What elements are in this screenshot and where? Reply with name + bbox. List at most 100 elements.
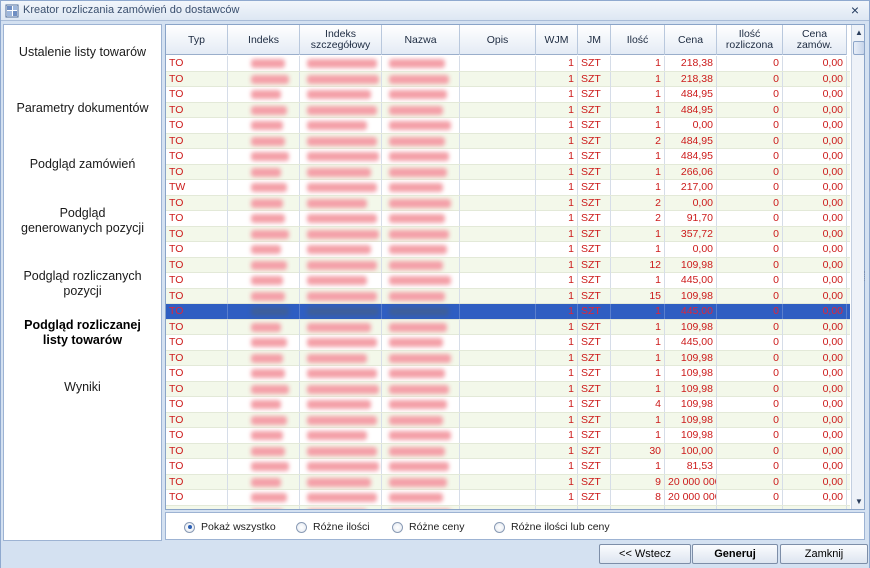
cell-ilosc-rozliczona[interactable]: 0	[717, 397, 783, 412]
cell-jm[interactable]: SZT	[578, 180, 611, 195]
cell-wjm[interactable]: 1	[536, 350, 578, 366]
cell-wjm[interactable]: 1	[536, 319, 578, 335]
cell-opis[interactable]	[460, 304, 536, 319]
cell-indeks-szczegolowy[interactable]	[300, 443, 382, 459]
cell-nazwa[interactable]	[382, 288, 460, 304]
cell-nazwa[interactable]	[382, 226, 460, 242]
cell-wjm[interactable]: 1	[536, 397, 578, 412]
cell-ilosc[interactable]: 1	[611, 180, 665, 195]
cell-cena[interactable]: 0,00	[665, 242, 717, 257]
cell-ilosc[interactable]: 1	[611, 428, 665, 443]
cell-ilosc-rozliczona[interactable]: 0	[717, 490, 783, 505]
cell-jm[interactable]: SZT	[578, 273, 611, 288]
cell-indeks-szczegolowy[interactable]	[300, 350, 382, 366]
table-row[interactable]: TO 1 SZT 1 109,98 0 0,00	[166, 366, 850, 382]
cell-indeks[interactable]	[228, 56, 300, 71]
cell-cena-zamow[interactable]: 0,00	[783, 319, 847, 335]
step-wyniki[interactable]: Wyniki	[4, 380, 161, 395]
cell-typ[interactable]: TO	[166, 505, 228, 509]
table-row[interactable]: TO 1 SZT 1 357,72 0 0,00	[166, 226, 850, 242]
table-row[interactable]: TO 1 SZT 1 484,95 0 0,00	[166, 102, 850, 118]
cell-opis[interactable]	[460, 397, 536, 412]
cell-nazwa[interactable]	[382, 87, 460, 102]
radio-dot-icon[interactable]	[184, 521, 195, 533]
cell-jm[interactable]: SZT	[578, 195, 611, 211]
cell-indeks[interactable]	[228, 149, 300, 164]
cell-ilosc-rozliczona[interactable]: 0	[717, 211, 783, 226]
radio-dot-icon[interactable]	[296, 521, 307, 533]
cell-typ[interactable]: TO	[166, 56, 228, 71]
cell-indeks-szczegolowy[interactable]	[300, 56, 382, 71]
scroll-up-icon[interactable]: ▲	[853, 27, 864, 39]
cell-nazwa[interactable]	[382, 273, 460, 288]
cell-typ[interactable]: TO	[166, 195, 228, 211]
cell-ilosc[interactable]: 1	[611, 87, 665, 102]
cell-ilosc-rozliczona[interactable]: 0	[717, 180, 783, 195]
cell-cena[interactable]: 109,98	[665, 397, 717, 412]
cell-cena-zamow[interactable]: 0,00	[783, 102, 847, 118]
cell-nazwa[interactable]	[382, 102, 460, 118]
cell-wjm[interactable]: 1	[536, 195, 578, 211]
cell-opis[interactable]	[460, 164, 536, 180]
cell-ilosc-rozliczona[interactable]: 0	[717, 505, 783, 509]
cell-typ[interactable]: TO	[166, 412, 228, 428]
cell-indeks[interactable]	[228, 319, 300, 335]
cell-cena[interactable]: 109,98	[665, 381, 717, 397]
cell-indeks[interactable]	[228, 490, 300, 505]
cell-cena-zamow[interactable]: 0,00	[783, 490, 847, 505]
cell-cena-zamow[interactable]: 0,00	[783, 412, 847, 428]
cell-ilosc[interactable]: 30	[611, 443, 665, 459]
cell-opis[interactable]	[460, 335, 536, 350]
cell-wjm[interactable]: 1	[536, 102, 578, 118]
cell-indeks-szczegolowy[interactable]	[300, 149, 382, 164]
cell-typ[interactable]: TO	[166, 87, 228, 102]
table-row[interactable]: TO 1 SZT 1 484,95 0 0,00	[166, 87, 850, 103]
cell-ilosc[interactable]: 4	[611, 397, 665, 412]
cell-wjm[interactable]: 1	[536, 490, 578, 505]
cell-opis[interactable]	[460, 257, 536, 273]
cell-opis[interactable]	[460, 87, 536, 102]
cell-opis[interactable]	[460, 443, 536, 459]
cell-indeks[interactable]	[228, 474, 300, 490]
cell-jm[interactable]: SZT	[578, 288, 611, 304]
cell-typ[interactable]: TO	[166, 211, 228, 226]
cell-wjm[interactable]: 1	[536, 133, 578, 149]
cell-ilosc-rozliczona[interactable]: 0	[717, 273, 783, 288]
cell-indeks[interactable]	[228, 242, 300, 257]
cell-cena[interactable]: 81,53	[665, 459, 717, 474]
cell-ilosc-rozliczona[interactable]: 0	[717, 350, 783, 366]
cell-indeks-szczegolowy[interactable]	[300, 226, 382, 242]
cell-indeks-szczegolowy[interactable]	[300, 102, 382, 118]
title-bar[interactable]: Kreator rozliczania zamówień do dostawcó…	[1, 1, 869, 21]
step-podglad-zamowien[interactable]: Podgląd zamówień	[4, 157, 161, 172]
cell-indeks-szczegolowy[interactable]	[300, 505, 382, 509]
table-row[interactable]: TO 1 SZT 1 109,98 0 0,00	[166, 381, 850, 397]
cell-ilosc[interactable]: 1	[611, 164, 665, 180]
cell-jm[interactable]: SZT	[578, 118, 611, 133]
cell-jm[interactable]: SZT	[578, 211, 611, 226]
scroll-down-icon[interactable]: ▼	[853, 496, 864, 508]
cell-opis[interactable]	[460, 180, 536, 195]
table-row[interactable]: TO 1 SZT 1 445,00 0 0,00	[166, 304, 850, 320]
table-row[interactable]: TO 1 SZT 4 109,98 0 0,00	[166, 397, 850, 413]
cell-cena-zamow[interactable]: 0,00	[783, 474, 847, 490]
cell-jm[interactable]: SZT	[578, 381, 611, 397]
cell-jm[interactable]: SZT	[578, 87, 611, 102]
cell-indeks[interactable]	[228, 366, 300, 381]
cell-ilosc-rozliczona[interactable]: 0	[717, 102, 783, 118]
cell-indeks[interactable]	[228, 397, 300, 412]
cell-ilosc[interactable]: 1	[611, 273, 665, 288]
cell-cena-zamow[interactable]: 0,00	[783, 273, 847, 288]
cell-jm[interactable]: SZT	[578, 443, 611, 459]
radio-rozne-ilosci[interactable]: Różne ilości	[296, 520, 370, 534]
cell-ilosc[interactable]: 1	[611, 102, 665, 118]
cell-ilosc[interactable]: 1	[611, 242, 665, 257]
cell-typ[interactable]: TO	[166, 490, 228, 505]
table-row[interactable]: TO 1SZT820 000 00000,00	[166, 490, 850, 506]
cell-ilosc-rozliczona[interactable]: 0	[717, 381, 783, 397]
cell-wjm[interactable]: 1	[536, 71, 578, 87]
cell-indeks[interactable]	[228, 335, 300, 350]
cell-nazwa[interactable]	[382, 319, 460, 335]
cell-cena[interactable]: 445,00	[665, 273, 717, 288]
cell-opis[interactable]	[460, 366, 536, 381]
